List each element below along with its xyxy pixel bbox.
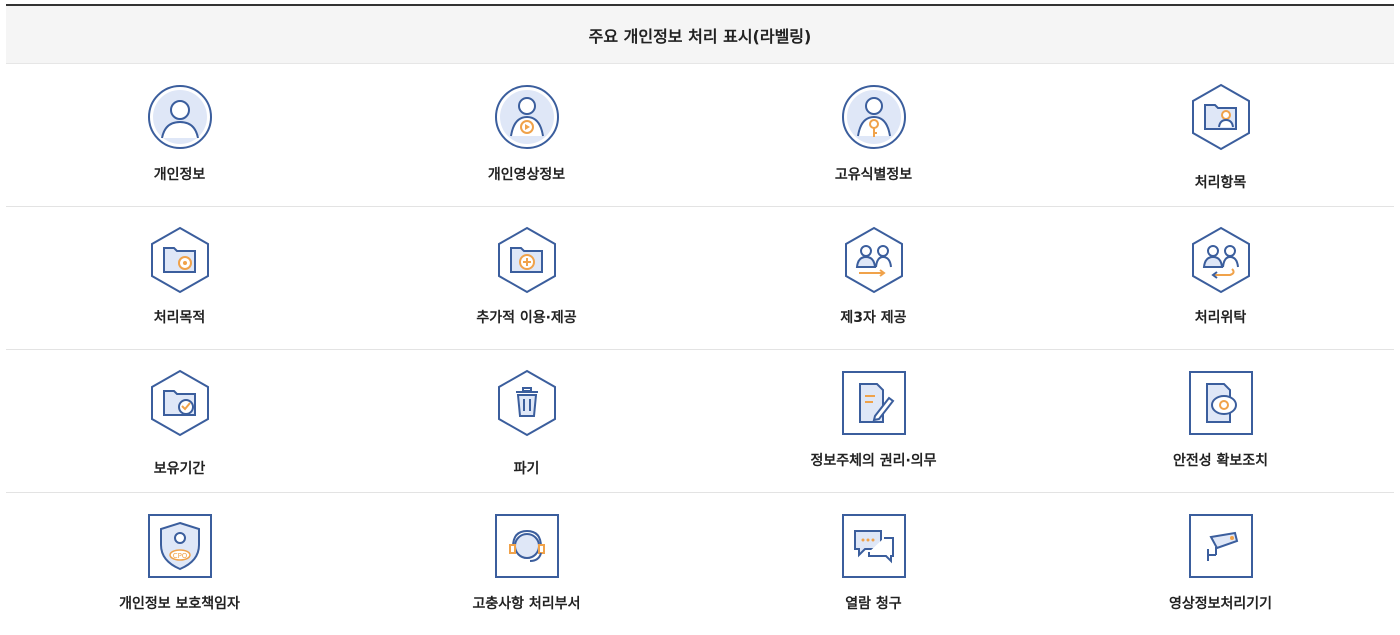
svg-text:CPO: CPO [172,552,187,560]
label-item-cctv[interactable]: 영상정보처리기기 [1047,493,1394,635]
label-item-processing-items[interactable]: 처리항목 [1047,64,1394,206]
label-item-video-info[interactable]: 개인영상정보 [353,64,700,206]
label-text: 처리위탁 [1194,310,1247,326]
label-item-purpose[interactable]: 처리목적 [6,207,353,349]
label-text: 처리목적 [153,310,206,326]
label-text: 추가적 이용·제공 [476,310,577,326]
label-item-third-party[interactable]: 제3자 제공 [700,207,1047,349]
label-text: 파기 [513,461,540,477]
label-item-outsourcing[interactable]: 처리위탁 [1047,207,1394,349]
label-text: 개인정보 [153,167,206,183]
label-text: 처리항목 [1194,175,1247,191]
label-item-unique-id[interactable]: 고유식별정보 [700,64,1047,206]
person-key-icon [839,82,909,152]
label-row: 보유기간 파기 정보주체의 권리·의무 안전성 확보조치 [6,350,1394,493]
cpo-badge-icon: CPO [145,511,215,581]
trash-icon [492,368,562,438]
folder-clock-icon [145,368,215,438]
label-text: 보유기간 [153,461,206,477]
label-item-rights-duties[interactable]: 정보주체의 권리·의무 [700,350,1047,492]
label-text: 영상정보처리기기 [1168,596,1273,612]
person-video-icon [492,82,562,152]
label-row: 처리목적 추가적 이용·제공 제3자 제공 처리위탁 [6,207,1394,350]
label-text: 제3자 제공 [840,310,907,326]
privacy-labeling-panel: 주요 개인정보 처리 표시(라벨링) 개인정보 개인영상정보 고유식별정보 처리… [6,4,1394,624]
people-return-icon [1186,225,1256,295]
label-item-additional-use[interactable]: 추가적 이용·제공 [353,207,700,349]
headset-icon [492,511,562,581]
document-shield-icon [1186,368,1256,438]
people-third-party-icon [839,225,909,295]
label-item-grievance-dept[interactable]: 고충사항 처리부서 [353,493,700,635]
folder-plus-icon [492,225,562,295]
label-row: 개인정보 개인영상정보 고유식별정보 처리항목 [6,64,1394,207]
cctv-camera-icon [1186,511,1256,581]
label-item-access-request[interactable]: 열람 청구 [700,493,1047,635]
label-item-security-measures[interactable]: 안전성 확보조치 [1047,350,1394,492]
label-text: 열람 청구 [845,596,902,612]
panel-title: 주요 개인정보 처리 표시(라벨링) [6,6,1394,64]
label-text: 고충사항 처리부서 [472,596,581,612]
label-text: 개인정보 보호책임자 [119,596,240,612]
label-item-personal-info[interactable]: 개인정보 [6,64,353,206]
chat-bubbles-icon [839,511,909,581]
folder-target-icon [145,225,215,295]
label-item-destruction[interactable]: 파기 [353,350,700,492]
label-item-retention[interactable]: 보유기간 [6,350,353,492]
label-text: 안전성 확보조치 [1172,453,1269,469]
document-pen-icon [839,368,909,438]
label-text: 정보주체의 권리·의무 [810,453,937,469]
folder-person-icon [1186,82,1256,152]
label-row: CPO 개인정보 보호책임자 고충사항 처리부서 열람 청구 영상정보처리기기 [6,493,1394,635]
person-circle-icon [145,82,215,152]
label-text: 개인영상정보 [487,167,566,183]
label-text: 고유식별정보 [834,167,913,183]
label-item-cpo[interactable]: CPO 개인정보 보호책임자 [6,493,353,635]
